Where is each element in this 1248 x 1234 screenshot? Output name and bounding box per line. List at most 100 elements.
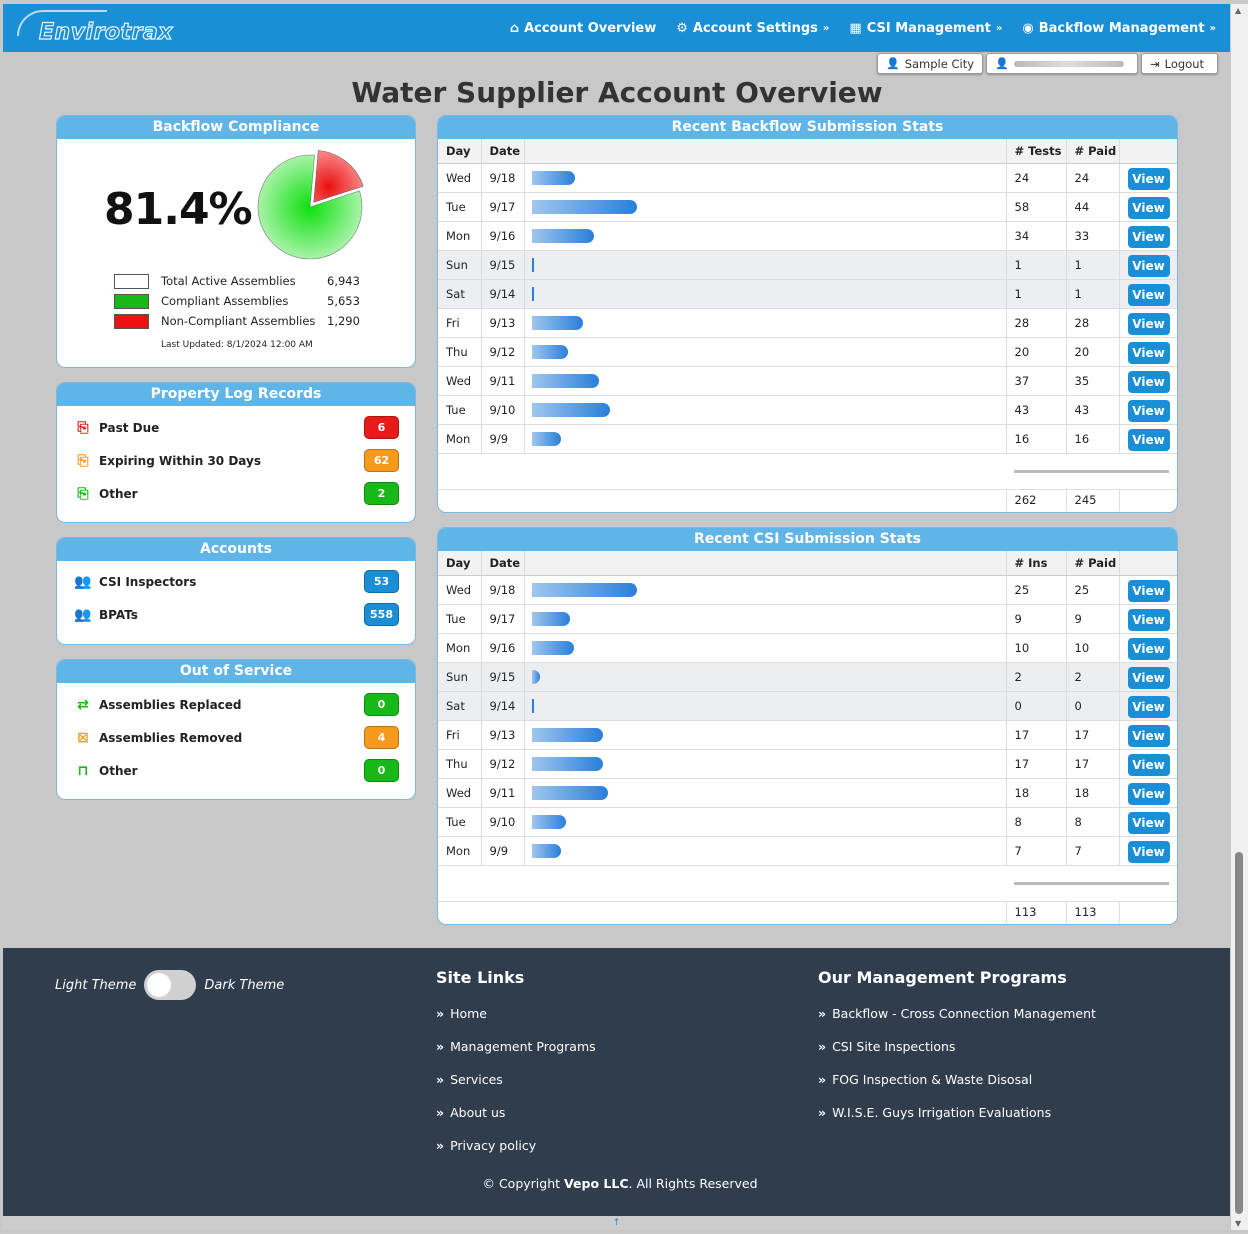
cell-date: 9/16: [481, 632, 525, 662]
user-button[interactable]: 👤: [986, 53, 1139, 74]
cell-bar: [524, 249, 1007, 279]
table-row: Mon 9/16 34 33 View: [438, 220, 1177, 250]
view-button[interactable]: View: [1127, 580, 1170, 602]
scroll-up-icon: ▲: [1235, 6, 1242, 15]
view-button[interactable]: View: [1127, 371, 1170, 393]
nav-account-overview[interactable]: ⌂ Account Overview: [510, 21, 656, 36]
row-label: Other: [99, 764, 138, 778]
link-label: CSI Site Inspections: [832, 1039, 956, 1054]
footer-link-csi[interactable]: » CSI Site Inspections: [818, 1039, 1096, 1072]
legend-value: 6,943: [327, 274, 360, 288]
vertical-scrollbar[interactable]: ▲ ▼: [1231, 4, 1248, 1230]
footer-link-fog[interactable]: » FOG Inspection & Waste Disosal: [818, 1072, 1096, 1105]
cell-day: Thu: [438, 748, 482, 778]
value-bar: [531, 756, 603, 771]
scroll-to-top[interactable]: ↑: [3, 1216, 1230, 1230]
double-chevron-icon: »: [436, 1138, 445, 1153]
row-label: CSI Inspectors: [99, 575, 197, 589]
nav-account-overview-label: Account Overview: [524, 20, 657, 36]
view-button[interactable]: View: [1127, 197, 1170, 219]
oos-other-row[interactable]: ⊓ Other 0: [73, 759, 399, 783]
cell-paid: 35: [1066, 365, 1120, 395]
footer-link-services[interactable]: » Services: [436, 1072, 596, 1105]
table-row: Thu 9/12 17 17 View: [438, 748, 1177, 778]
view-button[interactable]: View: [1127, 284, 1170, 306]
view-button[interactable]: View: [1127, 841, 1170, 863]
legend-row: Compliant Assemblies 5,653: [114, 291, 360, 311]
file-alert-icon: ⎘: [77, 486, 89, 502]
cell-count: 43: [1006, 394, 1067, 424]
user-icon: 👤: [995, 57, 1009, 70]
cell-bar: [524, 748, 1007, 778]
total-divider: [1006, 452, 1177, 489]
cell-bar: [524, 719, 1007, 749]
footer-link-management-programs[interactable]: » Management Programs: [436, 1039, 596, 1072]
legend-value: 5,653: [327, 294, 360, 308]
assemblies-removed-row[interactable]: ⊠ Assemblies Removed 4: [73, 726, 399, 750]
link-label: W.I.S.E. Guys Irrigation Evaluations: [832, 1105, 1052, 1120]
scrollbar-thumb[interactable]: [1235, 852, 1243, 1214]
double-chevron-icon: »: [436, 1006, 445, 1021]
value-bar: [531, 315, 583, 330]
view-button[interactable]: View: [1127, 696, 1170, 718]
chevron-down-icon: »: [995, 22, 1003, 34]
legend-label: Total Active Assemblies: [161, 274, 296, 288]
footer-link-privacy-policy[interactable]: » Privacy policy: [436, 1138, 596, 1171]
nav-backflow-management-label: Backflow Management: [1038, 20, 1205, 36]
cell-day: Tue: [438, 394, 482, 424]
city-button[interactable]: 👤 Sample City: [877, 53, 984, 74]
last-updated: Last Updated: 8/1/2024 12:00 AM: [161, 340, 313, 350]
cell-bar: [524, 307, 1007, 337]
cell-count: 58: [1006, 191, 1067, 221]
bpats-row[interactable]: 👥 BPATs 558: [73, 603, 399, 627]
view-button[interactable]: View: [1127, 667, 1170, 689]
view-button[interactable]: View: [1127, 168, 1170, 190]
theme-toggle[interactable]: [144, 970, 197, 1000]
value-bar: [531, 611, 570, 626]
cell-paid: 10: [1066, 632, 1120, 662]
view-button[interactable]: View: [1127, 725, 1170, 747]
footer-link-home[interactable]: » Home: [436, 1006, 596, 1039]
cell-date: 9/11: [481, 365, 525, 395]
csi-inspectors-row[interactable]: 👥 CSI Inspectors 53: [73, 570, 399, 594]
view-button[interactable]: View: [1127, 812, 1170, 834]
cell-date: 9/17: [481, 603, 525, 633]
legend-swatch-red: [114, 313, 149, 329]
view-button[interactable]: View: [1127, 342, 1170, 364]
view-button[interactable]: View: [1127, 754, 1170, 776]
nav-account-settings[interactable]: ⚙ Account Settings »: [676, 21, 829, 36]
scroll-down-icon: ▼: [1235, 1219, 1242, 1228]
view-button[interactable]: View: [1127, 400, 1170, 422]
backflow-compliance-card: Backflow Compliance 81.4% Total Active A…: [56, 115, 416, 368]
value-bar: [531, 257, 534, 272]
nav-backflow-management[interactable]: ◉ Backflow Management »: [1022, 21, 1216, 36]
cell-day: Sat: [438, 690, 482, 720]
past-due-row[interactable]: ⎘ Past Due 6: [73, 416, 399, 440]
file-alert-icon: ⎘: [77, 453, 89, 469]
cell-count: 10: [1006, 632, 1067, 662]
logout-button[interactable]: ⇥ Logout: [1141, 53, 1219, 74]
footer-link-wise[interactable]: » W.I.S.E. Guys Irrigation Evaluations: [818, 1105, 1096, 1138]
assemblies-replaced-row[interactable]: ⇄ Assemblies Replaced 0: [73, 693, 399, 717]
envirotrax-logo[interactable]: Envirotrax: [17, 10, 185, 48]
other-row[interactable]: ⎘ Other 2: [73, 482, 399, 506]
view-button[interactable]: View: [1127, 313, 1170, 335]
cell-date: 9/13: [481, 307, 525, 337]
site-links-column: Site Links » Home » Management Programs » S…: [436, 968, 596, 1171]
footer-link-about-us[interactable]: » About us: [436, 1105, 596, 1138]
cell-action: View: [1119, 719, 1177, 749]
view-button[interactable]: View: [1127, 638, 1170, 660]
view-button[interactable]: View: [1127, 255, 1170, 277]
view-button[interactable]: View: [1127, 429, 1170, 451]
table-row: Mon 9/9 7 7 View: [438, 835, 1177, 865]
double-chevron-icon: »: [436, 1105, 445, 1120]
cell-action: View: [1119, 191, 1177, 221]
expiring-row[interactable]: ⎘ Expiring Within 30 Days 62: [73, 449, 399, 473]
divider-line: [1014, 469, 1169, 473]
view-button[interactable]: View: [1127, 783, 1170, 805]
nav-csi-management[interactable]: ▦ CSI Management »: [849, 21, 1002, 36]
value-bar: [531, 228, 594, 243]
footer-link-backflow[interactable]: » Backflow - Cross Connection Management: [818, 1006, 1096, 1039]
view-button[interactable]: View: [1127, 609, 1170, 631]
view-button[interactable]: View: [1127, 226, 1170, 248]
